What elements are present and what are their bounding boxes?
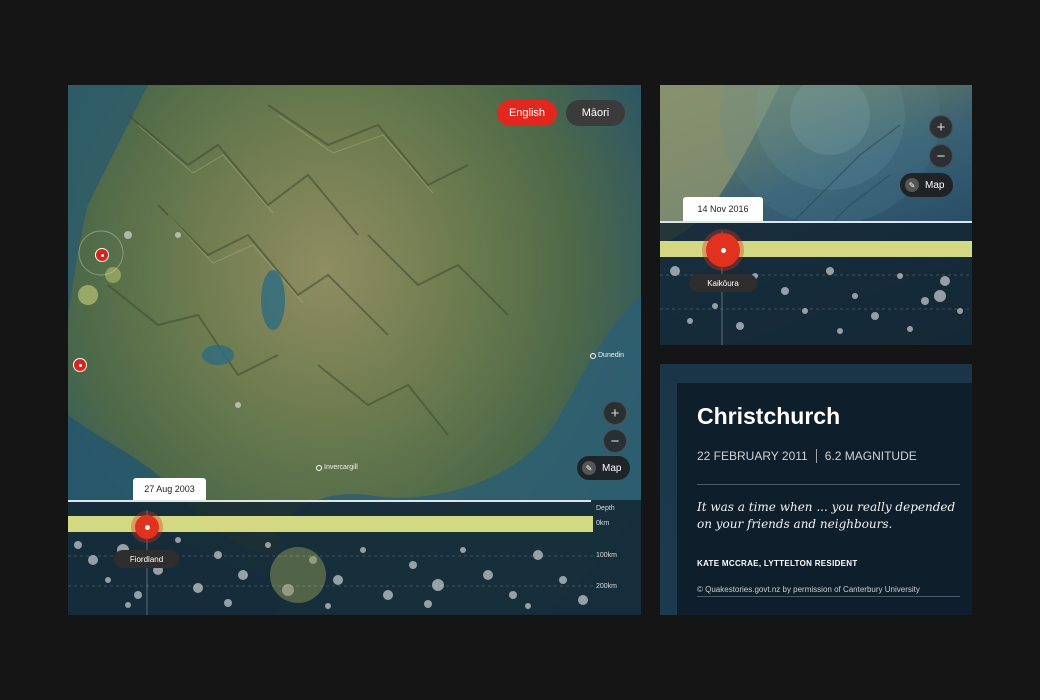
timeline[interactable]: 14 Nov 2016 Kaikōura — [660, 197, 972, 345]
story-author: KATE MCCRAE, LYTTELTON RESIDENT — [697, 559, 858, 568]
map-button[interactable]: ✎ Map — [900, 173, 954, 197]
divider — [697, 484, 960, 485]
quake-marker[interactable] — [95, 248, 109, 262]
zoom-out-button[interactable]: − — [603, 429, 627, 453]
story-meta: 22 FEBRUARY 2011 6.2 MAGNITUDE — [697, 449, 917, 463]
location-name: Kaikōura — [707, 278, 739, 288]
location-pill: Fiordland — [114, 550, 179, 568]
pencil-icon: ✎ — [905, 178, 919, 192]
place-name: Dunedin — [598, 352, 625, 359]
depth-label: Depth — [596, 505, 615, 512]
story-magnitude: 6.2 MAGNITUDE — [824, 449, 917, 463]
story-card-content: Christchurch 22 FEBRUARY 2011 6.2 MAGNIT… — [677, 383, 972, 615]
dunedin-label: Dunedin — [590, 352, 624, 359]
timeline-track[interactable] — [660, 221, 972, 223]
timeline-date-tab: 27 Aug 2003 — [133, 478, 206, 500]
story-title: Christchurch — [697, 403, 841, 429]
maori-button[interactable]: Māori — [566, 100, 625, 126]
zoom-in-button[interactable]: + — [929, 115, 953, 139]
quake-marker[interactable] — [73, 358, 87, 372]
invercargill-label: Invercargill — [316, 464, 358, 471]
story-date: 22 FEBRUARY 2011 — [697, 449, 808, 463]
story-quote: It was a time when ... you really depend… — [697, 500, 956, 531]
location-pill: Kaikōura — [689, 274, 757, 292]
main-map-panel[interactable]: English Māori Dunedin Invercargill + − ✎… — [68, 85, 641, 615]
map-button-label: Map — [602, 462, 622, 474]
plus-icon: + — [610, 404, 620, 422]
minus-icon: − — [610, 432, 620, 450]
depth-tick: 100km — [596, 552, 618, 559]
selected-quake-marker[interactable] — [706, 233, 740, 267]
depth-tick: 0km — [596, 520, 610, 527]
kaikoura-map-panel[interactable]: + − ✎ Map 14 Nov 2016 Kaikōura — [660, 85, 972, 345]
divider — [697, 596, 960, 597]
divider — [815, 449, 817, 463]
zoom-in-button[interactable]: + — [603, 401, 627, 425]
selected-quake-marker[interactable] — [135, 515, 159, 539]
story-card: Christchurch 22 FEBRUARY 2011 6.2 MAGNIT… — [660, 364, 972, 615]
location-name: Fiordland — [129, 554, 164, 564]
place-dot-icon — [316, 464, 322, 471]
depth-tick: 200km — [596, 583, 618, 590]
place-dot-icon — [590, 352, 596, 359]
timeline-date: 14 Nov 2016 — [697, 204, 749, 214]
english-button[interactable]: English — [497, 100, 557, 126]
timeline-date: 27 Aug 2003 — [144, 484, 195, 494]
timeline-date-tab: 14 Nov 2016 — [683, 197, 763, 221]
pencil-icon: ✎ — [582, 461, 596, 475]
plus-icon: + — [936, 118, 946, 136]
timeline[interactable]: 27 Aug 2003 Fiordland Depth 0km 100km 20… — [68, 478, 641, 615]
map-button[interactable]: ✎ Map — [577, 456, 631, 480]
map-button-label: Map — [925, 179, 945, 191]
minus-icon: − — [936, 147, 946, 165]
zoom-out-button[interactable]: − — [929, 144, 953, 168]
place-name: Invercargill — [324, 464, 358, 471]
timeline-track[interactable] — [68, 500, 591, 502]
story-credit: © Quakestories.govt.nz by permission of … — [697, 585, 920, 594]
